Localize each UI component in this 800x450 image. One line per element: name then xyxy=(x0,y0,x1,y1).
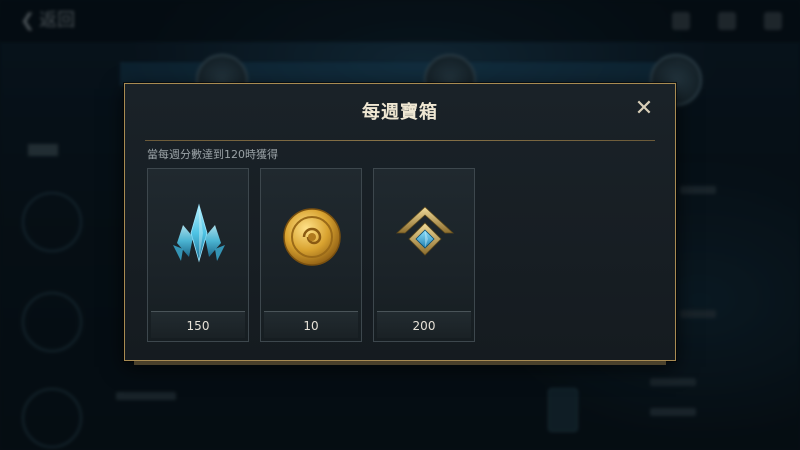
weekly-chest-dialog: 每週寶箱 ✕ 當每週分數達到120時獲得 150 10 200 xyxy=(124,83,676,361)
blue-crystal-icon xyxy=(173,203,225,263)
reward-card[interactable]: 150 xyxy=(147,168,249,342)
close-icon[interactable]: ✕ xyxy=(631,96,657,122)
reward-card[interactable]: 200 xyxy=(373,168,475,342)
gold-coin-icon xyxy=(283,208,341,266)
reward-card[interactable]: 10 xyxy=(260,168,362,342)
reward-amount: 150 xyxy=(186,319,210,333)
dialog-title: 每週寶箱 xyxy=(362,102,438,123)
reward-amount: 200 xyxy=(412,319,436,333)
dialog-subtitle: 當每週分數達到120時獲得 xyxy=(147,148,278,161)
dialog-bottom-frame xyxy=(134,361,666,365)
reward-amount: 10 xyxy=(303,319,319,333)
title-divider xyxy=(145,140,655,141)
rank-emblem-icon xyxy=(395,206,455,256)
